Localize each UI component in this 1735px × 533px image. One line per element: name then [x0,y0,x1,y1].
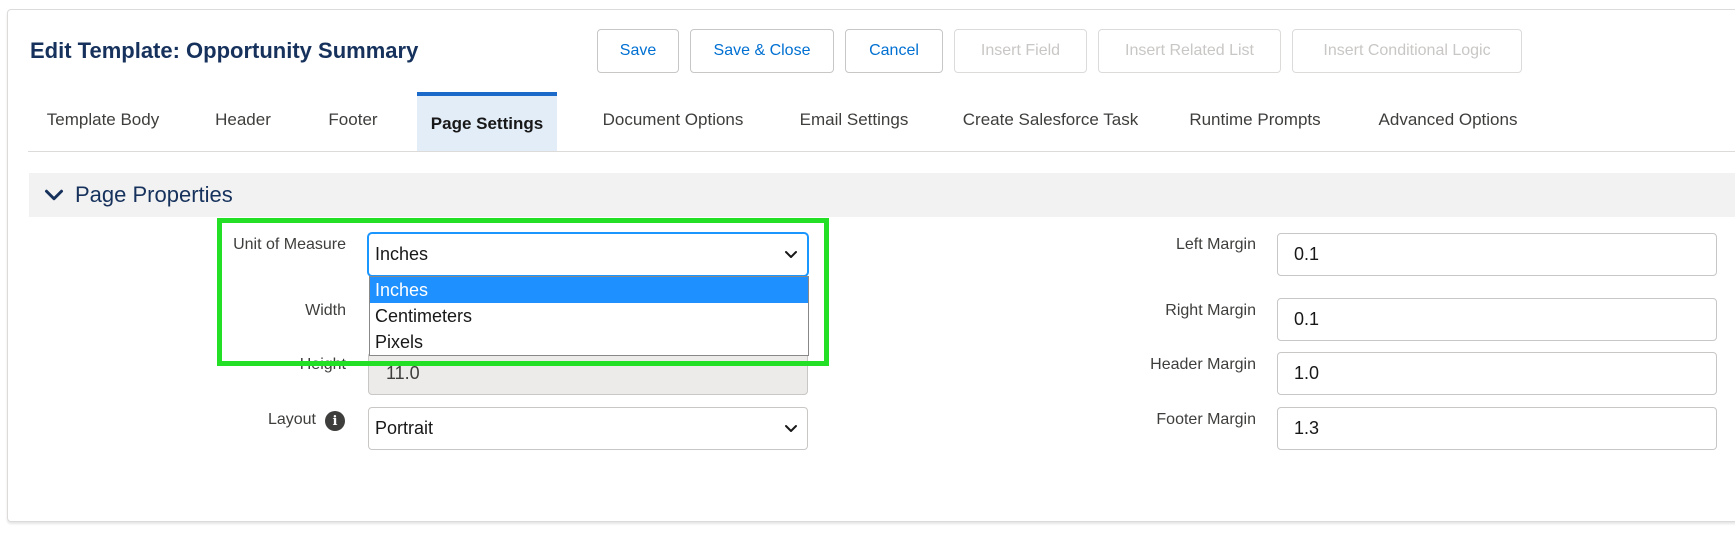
footer-margin-label: Footer Margin [1156,411,1256,428]
tab-email-settings[interactable]: Email Settings [794,90,914,150]
right-margin-label: Right Margin [1165,302,1256,319]
footer-margin-value: 1.3 [1294,418,1320,438]
height-value: 11.0 [386,363,420,383]
tab-page-settings[interactable]: Page Settings [417,92,557,151]
layout-value: Portrait [375,418,434,438]
tab-advanced-options[interactable]: Advanced Options [1373,90,1523,150]
option-centimeters[interactable]: Centimeters [370,303,808,329]
chevron-down-icon [785,251,797,258]
header-margin-label: Header Margin [1150,356,1256,373]
left-margin-label: Left Margin [1175,236,1256,253]
cancel-button[interactable]: Cancel [845,29,943,73]
unit-of-measure-select[interactable]: Inches [368,233,808,276]
width-label: Width [305,302,346,319]
insert-field-button[interactable]: Insert Field [954,29,1087,73]
tab-footer[interactable]: Footer [323,90,383,150]
page-title: Edit Template: Opportunity Summary [30,38,419,63]
chevron-down-icon [785,425,797,432]
info-icon[interactable]: i [325,411,345,431]
tab-bar: Template Body Header Footer Page Setting… [28,90,1735,152]
option-inches[interactable]: Inches [370,277,808,303]
layout-label: Layout [267,411,316,428]
left-margin-value: 0.1 [1294,244,1320,264]
height-field: 11.0 [368,352,808,395]
tab-create-salesforce-task[interactable]: Create Salesforce Task [958,90,1143,150]
section-title: Page Properties [75,182,233,207]
save-close-button[interactable]: Save & Close [690,29,834,73]
right-margin-value: 0.1 [1294,309,1320,329]
tab-runtime-prompts[interactable]: Runtime Prompts [1185,90,1325,150]
unit-of-measure-options: Inches Centimeters Pixels [369,276,809,356]
footer-margin-input[interactable]: 1.3 [1277,407,1717,450]
tab-document-options[interactable]: Document Options [593,90,753,150]
height-label: Height [299,356,346,373]
insert-conditional-logic-button[interactable]: Insert Conditional Logic [1292,29,1522,73]
tab-header[interactable]: Header [208,90,278,150]
insert-related-list-button[interactable]: Insert Related List [1098,29,1281,73]
header-margin-input[interactable]: 1.0 [1277,352,1717,395]
header-margin-value: 1.0 [1294,363,1320,383]
tab-template-body[interactable]: Template Body [43,90,163,150]
chevron-down-icon[interactable] [39,180,69,210]
unit-of-measure-label: Unit of Measure [233,236,346,253]
save-button[interactable]: Save [597,29,679,73]
unit-of-measure-value: Inches [375,244,429,264]
left-margin-input[interactable]: 0.1 [1277,233,1717,276]
option-pixels[interactable]: Pixels [370,329,808,355]
right-margin-input[interactable]: 0.1 [1277,298,1717,341]
page-properties-section[interactable]: Page Properties [29,173,1735,217]
layout-select[interactable]: Portrait [368,407,808,450]
